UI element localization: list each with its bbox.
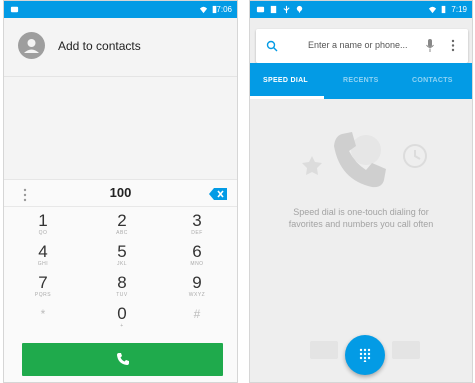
location-icon [296, 5, 303, 14]
notification-icon [10, 6, 19, 13]
more-vert-icon[interactable] [451, 39, 455, 52]
number-underline [4, 206, 237, 207]
add-to-contacts-label: Add to contacts [58, 39, 141, 53]
key-digit: 6 [192, 242, 202, 261]
add-to-contacts-row[interactable]: Add to contacts [4, 18, 237, 76]
key-digit: 2 [117, 211, 127, 230]
dial-key-1[interactable]: 1 QO [23, 212, 63, 242]
dial-key-hash[interactable]: # [177, 305, 217, 335]
status-bar: 7:19 [250, 1, 472, 18]
dialed-number: 100 [109, 185, 132, 200]
speed-dial-empty-message: Speed dial is one-touch dialing for favo… [250, 206, 472, 230]
key-letters: ABC [116, 230, 128, 236]
key-digit: 3 [192, 211, 202, 230]
speed-dial-screen: 7:19 Enter a name or phone... SPEED DIAL… [249, 0, 473, 383]
search-icon [266, 40, 278, 52]
sd-card-icon [270, 5, 277, 14]
key-letters: JKL [116, 261, 128, 267]
dial-key-8[interactable]: 8 TUV [102, 274, 142, 304]
key-letters: PQRS [34, 292, 52, 298]
key-letters: MNO [190, 261, 204, 267]
key-letters: GHI [37, 261, 49, 267]
dial-key-3[interactable]: 3 DEF [177, 212, 217, 242]
dial-key-7[interactable]: 7 PQRS [23, 274, 63, 304]
empty-message-line-1: Speed dial is one-touch dialing for [293, 207, 429, 217]
person-add-icon [24, 39, 39, 53]
usb-icon [283, 5, 290, 14]
key-letters: + [120, 323, 124, 329]
dialpad: 100 1 QO 2 ABC 3 DEF 4 GHI 5 JKL 6 MNO 7 PQRS 8… [4, 179, 237, 382]
nav-placeholder [392, 341, 420, 359]
key-letters: DEF [191, 230, 203, 236]
backspace-icon[interactable] [209, 188, 227, 200]
status-time: 7:19 [451, 5, 467, 14]
wifi-icon [199, 6, 208, 14]
key-digit: 1 [38, 211, 48, 230]
key-digit: 4 [38, 242, 48, 261]
dial-key-2[interactable]: 2 ABC [102, 212, 142, 242]
key-digit: 9 [192, 273, 202, 292]
phone-icon [117, 353, 129, 365]
key-digit: # [193, 307, 201, 321]
divider [4, 76, 237, 77]
key-digit: 7 [38, 273, 48, 292]
dialer-screen: 7:06 Add to contacts 100 1 QO 2 ABC 3 DEF 4… [3, 0, 238, 383]
notification-icon [256, 6, 265, 13]
speed-dial-empty-illustration [302, 132, 427, 188]
key-digit: 8 [117, 273, 127, 292]
status-time: 7:06 [216, 5, 232, 14]
battery-icon [441, 5, 446, 14]
key-digit: 0 [117, 304, 127, 323]
key-digit: * [40, 307, 46, 321]
nav-placeholder [310, 341, 338, 359]
status-bar: 7:06 [4, 1, 237, 18]
dial-key-6[interactable]: 6 MNO [177, 243, 217, 273]
tab-speed-dial[interactable]: SPEED DIAL [263, 77, 308, 84]
key-letters: QO [38, 230, 48, 236]
add-contact-avatar [18, 32, 45, 59]
key-digit: 5 [117, 242, 127, 261]
dialpad-icon [359, 348, 371, 362]
tab-recents[interactable]: RECENTS [343, 77, 379, 84]
tab-indicator [250, 96, 324, 99]
key-letters: TUV [116, 292, 128, 298]
tab-contacts[interactable]: CONTACTS [412, 77, 453, 84]
dial-key-4[interactable]: 4 GHI [23, 243, 63, 273]
empty-message-line-2: favorites and numbers you call often [288, 219, 434, 229]
dial-key-9[interactable]: 9 WXYZ [177, 274, 217, 304]
dial-key-star[interactable]: * [23, 305, 63, 335]
search-placeholder: Enter a name or phone... [308, 40, 408, 50]
wifi-icon [428, 6, 437, 14]
mic-icon[interactable] [426, 39, 434, 52]
dial-key-0[interactable]: 0 + [102, 305, 142, 335]
key-letters: WXYZ [188, 292, 206, 298]
dialpad-fab[interactable] [345, 335, 385, 375]
tab-bar: SPEED DIAL RECENTS CONTACTS [250, 63, 472, 99]
call-button[interactable] [22, 343, 223, 376]
search-box[interactable]: Enter a name or phone... [256, 29, 468, 63]
dial-key-5[interactable]: 5 JKL [102, 243, 142, 273]
